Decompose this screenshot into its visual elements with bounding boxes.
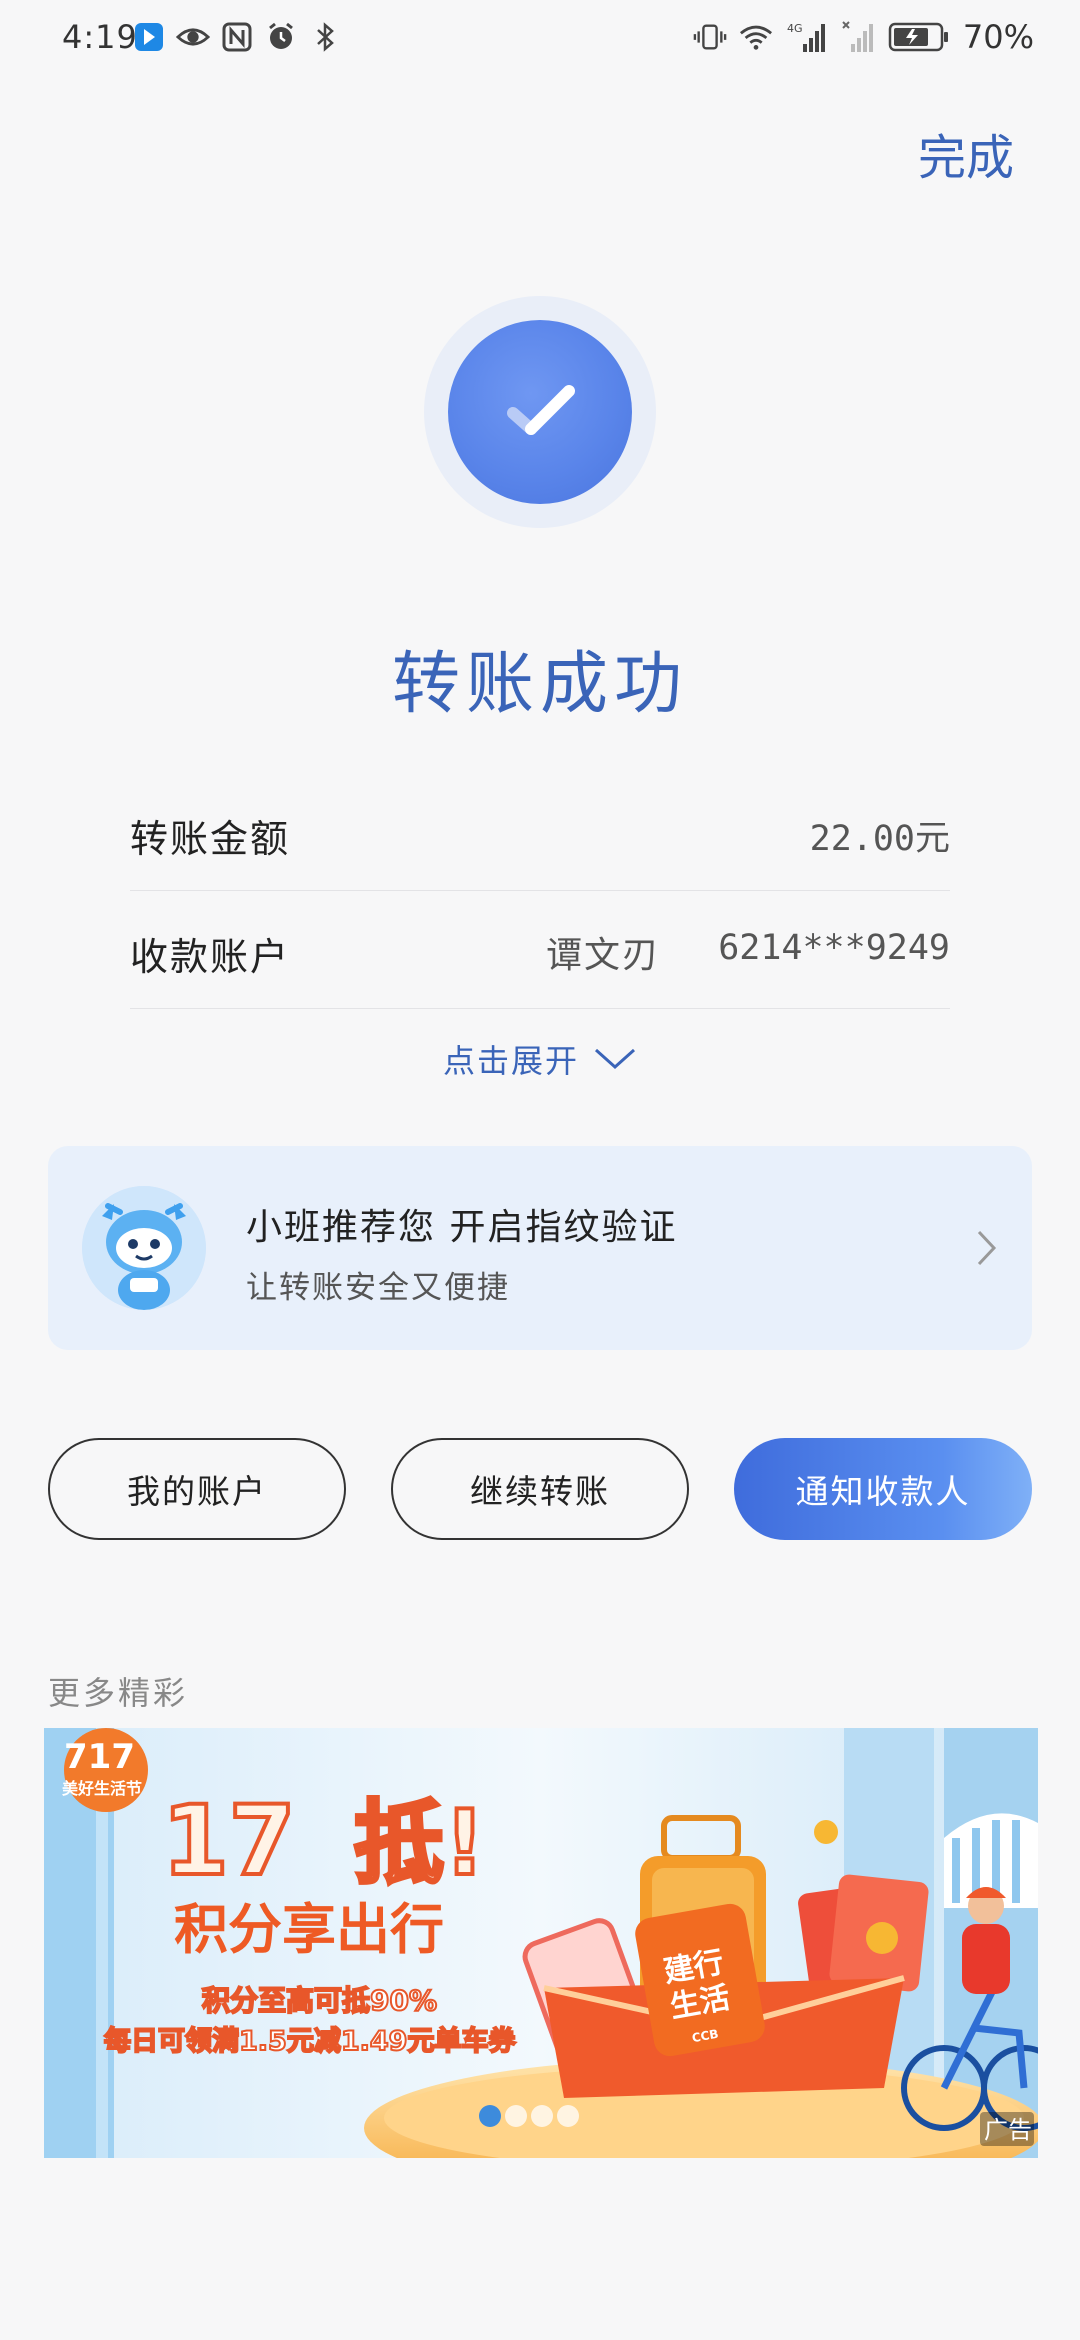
network-type-label: 4G — [787, 22, 803, 35]
notify-payee-button[interactable]: 通知收款人 — [734, 1438, 1032, 1540]
chevron-down-icon — [594, 1048, 636, 1070]
banner-headline-number: 17 — [162, 1785, 296, 1897]
banner-logo-number: 717 — [64, 1737, 135, 1777]
signal-no-sim-icon — [841, 20, 875, 54]
battery-icon — [887, 20, 951, 54]
banner-title: 积分享出行 — [174, 1898, 444, 1961]
payee-label: 收款账户 — [130, 935, 291, 979]
promo-banner[interactable]: 717 美好生活节 建行 生活 CCB 17 抵! 积分享出行 积分至高可抵90… — [44, 1728, 1038, 2158]
checkmark-icon — [507, 385, 575, 435]
fingerprint-card-subtitle: 让转账安全又便捷 — [246, 1270, 510, 1306]
status-bar: 4:19 4G 70% — [0, 0, 1080, 84]
banner-headline-char: 抵! — [354, 1791, 485, 1896]
continue-transfer-button[interactable]: 继续转账 — [391, 1438, 689, 1540]
chevron-right-icon — [977, 1230, 997, 1266]
expand-label: 点击展开 — [442, 1042, 579, 1080]
app-notification-icon — [132, 20, 166, 54]
pagination-dot[interactable] — [479, 2105, 501, 2127]
ad-label: 广告 — [984, 2116, 1032, 2144]
banner-logo-text: 美好生活节 — [62, 1779, 142, 1798]
wifi-icon — [739, 20, 773, 54]
eye-icon — [176, 20, 210, 54]
mascot-avatar — [82, 1186, 206, 1310]
banner-line2: 每日可领满1.5元减1.49元单车券 — [104, 2025, 516, 2057]
my-account-button[interactable]: 我的账户 — [48, 1438, 346, 1540]
vibrate-icon — [693, 20, 727, 54]
bluetooth-icon — [308, 20, 342, 54]
done-button[interactable]: 完成 — [918, 118, 1014, 188]
status-right-icons: 4G 70% — [693, 18, 1034, 56]
amount-value: 22.00元 — [809, 819, 950, 859]
amount-label: 转账金额 — [130, 817, 291, 861]
result-title: 转账成功 — [391, 645, 688, 724]
fingerprint-card-title: 小班推荐您 开启指纹验证 — [246, 1207, 678, 1248]
nfc-icon — [220, 20, 254, 54]
payee-account: 6214***9249 — [718, 928, 950, 968]
payee-name: 谭文刃 — [545, 935, 660, 976]
success-icon — [448, 320, 632, 504]
status-time: 4:19 — [62, 18, 138, 56]
status-left-icons — [132, 20, 342, 54]
banner-illustration: 717 美好生活节 建行 生活 CCB 17 抵! 积分享出行 积分至高可抵90… — [44, 1728, 1038, 2158]
banner-line1: 积分至高可抵90% — [202, 1984, 437, 2017]
fingerprint-promo-card[interactable]: 小班推荐您 开启指纹验证 让转账安全又便捷 — [48, 1146, 1032, 1350]
alarm-icon — [264, 20, 298, 54]
amount-row: 转账金额 22.00元 — [130, 772, 950, 891]
payee-row: 收款账户 谭文刃 6214***9249 — [130, 890, 950, 1009]
pagination-dot[interactable] — [557, 2105, 579, 2127]
signal-icon: 4G — [785, 20, 829, 54]
more-section-label: 更多精彩 — [48, 1674, 189, 1712]
pagination-dot[interactable] — [505, 2105, 527, 2127]
expand-toggle[interactable]: 点击展开 — [0, 1036, 1080, 1082]
battery-percent: 70% — [962, 18, 1034, 56]
pagination-dot[interactable] — [531, 2105, 553, 2127]
